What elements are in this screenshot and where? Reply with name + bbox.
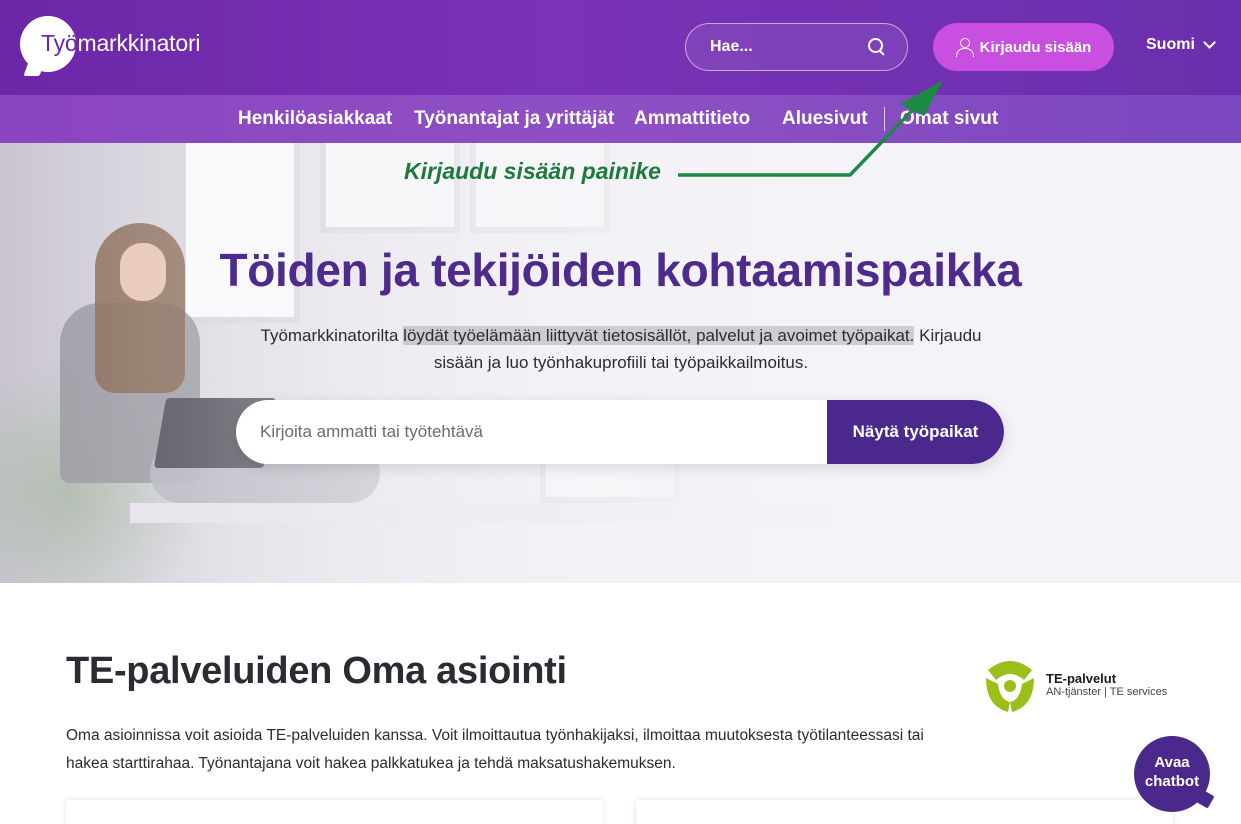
nav-divider — [884, 107, 885, 131]
user-icon — [955, 38, 974, 57]
nav-item-tyonantajat[interactable]: Työnantajat ja yrittäjät — [414, 108, 614, 130]
te-palvelut-logo-icon — [986, 661, 1034, 712]
te-palvelut-logo: TE-palvelut AN-tjänster | TE services — [982, 656, 1167, 712]
service-card[interactable] — [636, 800, 1173, 824]
main-nav: Henkilöasiakkaat Työnantajat ja yrittäjä… — [0, 95, 1241, 143]
chevron-down-icon — [1203, 36, 1216, 49]
annotation-label: Kirjaudu sisään painike — [404, 158, 661, 184]
show-jobs-button[interactable]: Näytä työpaikat — [827, 400, 1004, 464]
logo-text: Työmarkkinatori — [41, 30, 201, 57]
service-card[interactable] — [66, 800, 603, 824]
nav-item-henkiloasiakkaat[interactable]: Henkilöasiakkaat — [238, 108, 392, 130]
section-title: TE-palveluiden Oma asiointi — [66, 650, 567, 692]
language-label: Suomi — [1146, 36, 1195, 53]
site-header: Työmarkkinatori Hae... Kirjaudu sisään S… — [0, 0, 1241, 95]
hero-text-highlight: löydät työelämään liittyvät tietosisällö… — [403, 326, 915, 345]
header-search-placeholder[interactable]: Hae... — [710, 38, 867, 56]
login-button-label: Kirjaudu sisään — [979, 38, 1092, 56]
section-description: Oma asioinnissa voit asioida TE-palvelui… — [66, 727, 924, 772]
te-logo-name: TE-palvelut — [1046, 670, 1117, 686]
search-icon[interactable] — [867, 37, 887, 57]
tyomarkkinatori-logo[interactable]: Työmarkkinatori — [20, 16, 201, 72]
open-chatbot-button[interactable]: Avaa chatbot — [1134, 736, 1210, 812]
job-search-bar: Näytä työpaikat — [236, 400, 1004, 464]
job-search-input[interactable] — [236, 400, 827, 464]
header-search[interactable]: Hae... — [685, 23, 908, 71]
login-button[interactable]: Kirjaudu sisään — [933, 23, 1114, 71]
hero-title: Töiden ja tekijöiden kohtaamispaikka — [219, 244, 1022, 296]
chatbot-label-line2: chatbot — [1144, 773, 1200, 790]
te-logo-subtitle: AN-tjänster | TE services — [1046, 685, 1168, 698]
nav-item-aluesivut[interactable]: Aluesivut — [782, 108, 868, 130]
hero-text-before: Työmarkkinatorilta — [260, 326, 404, 345]
nav-item-ammattitieto[interactable]: Ammattitieto — [634, 108, 750, 130]
language-selector[interactable]: Suomi — [1146, 36, 1216, 54]
nav-item-omat-sivut[interactable]: Omat sivut — [900, 108, 998, 130]
hero-description: Työmarkkinatorilta löydät työelämään lii… — [236, 322, 1006, 376]
logo-text-rest: markkinatori — [77, 30, 201, 56]
chatbot-label-line1: Avaa — [1154, 754, 1190, 771]
te-palvelut-logo-text: TE-palvelut AN-tjänster | TE services — [1046, 671, 1167, 698]
logo-text-first: Työ — [41, 30, 78, 56]
